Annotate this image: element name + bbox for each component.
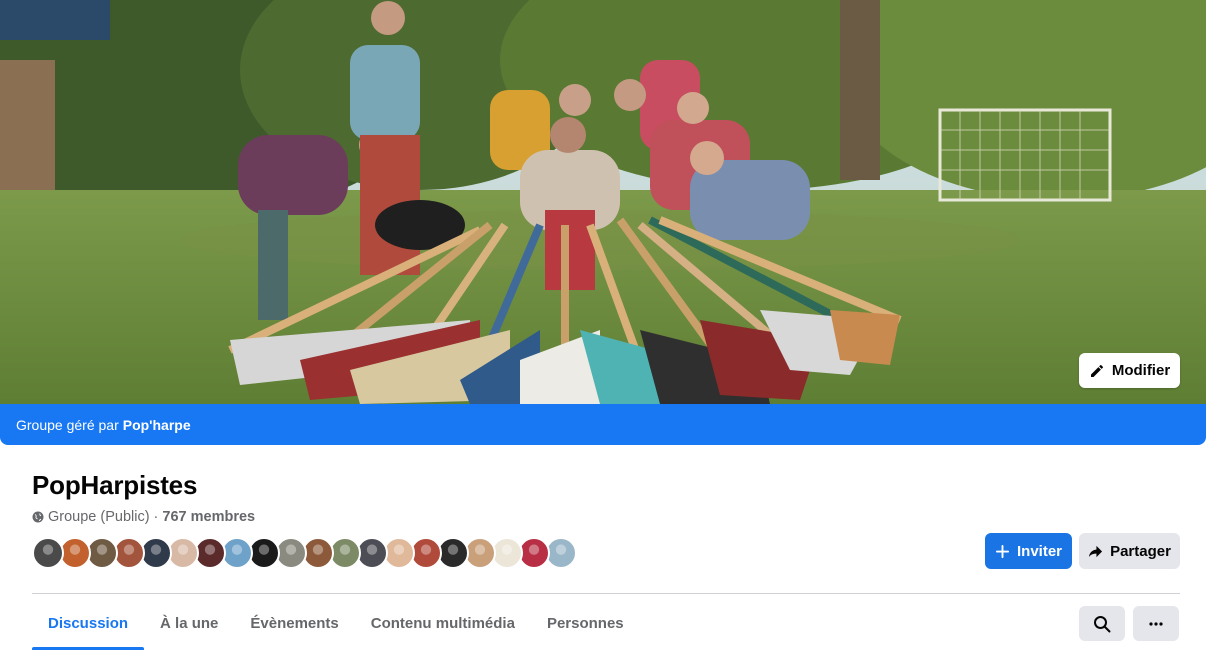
tab-discussion[interactable]: Discussion [32,596,145,650]
group-tabs: Discussion À la une Évènements Contenu m… [32,596,640,650]
cover-photo-illustration [0,0,1206,404]
tab-label: Évènements [250,614,339,632]
search-icon [1094,615,1111,632]
search-button[interactable] [1079,606,1125,641]
managed-by-link[interactable]: Pop'harpe [123,417,191,433]
globe-icon [32,511,44,523]
tab-label: À la une [160,614,219,632]
invite-button[interactable]: Inviter [985,533,1072,569]
meta-separator: · [153,509,159,525]
share-button[interactable]: Partager [1079,533,1180,569]
edit-cover-button[interactable]: Modifier [1079,353,1180,388]
group-meta: Groupe (Public) · 767 membres [32,509,255,525]
share-label: Partager [1110,542,1171,560]
header-divider [32,593,1180,594]
edit-cover-label: Modifier [1111,362,1171,379]
tab-label: Personnes [546,614,624,632]
pencil-icon [1090,364,1103,377]
tab-people[interactable]: Personnes [531,596,640,650]
more-dots-icon [1149,621,1163,626]
tab-media[interactable]: Contenu multimédia [355,596,531,650]
tab-featured[interactable]: À la une [144,596,234,650]
invite-label: Inviter [1016,542,1062,560]
tab-label: Contenu multimédia [370,614,515,632]
member-avatars [32,537,577,569]
member-avatar[interactable] [32,537,64,569]
tab-label: Discussion [48,614,129,632]
managed-by-prefix: Groupe géré par [16,416,119,433]
share-arrow-icon [1089,545,1103,557]
managed-by-banner: Groupe géré par Pop'harpe [0,404,1206,445]
group-title[interactable]: PopHarpistes [32,470,197,501]
plus-icon [995,544,1010,558]
member-count[interactable]: 767 membres [162,509,255,525]
more-options-button[interactable] [1133,606,1179,641]
tab-events[interactable]: Évènements [234,596,354,650]
group-privacy: Groupe (Public) [48,509,150,525]
cover-photo[interactable]: Modifier [0,0,1206,404]
